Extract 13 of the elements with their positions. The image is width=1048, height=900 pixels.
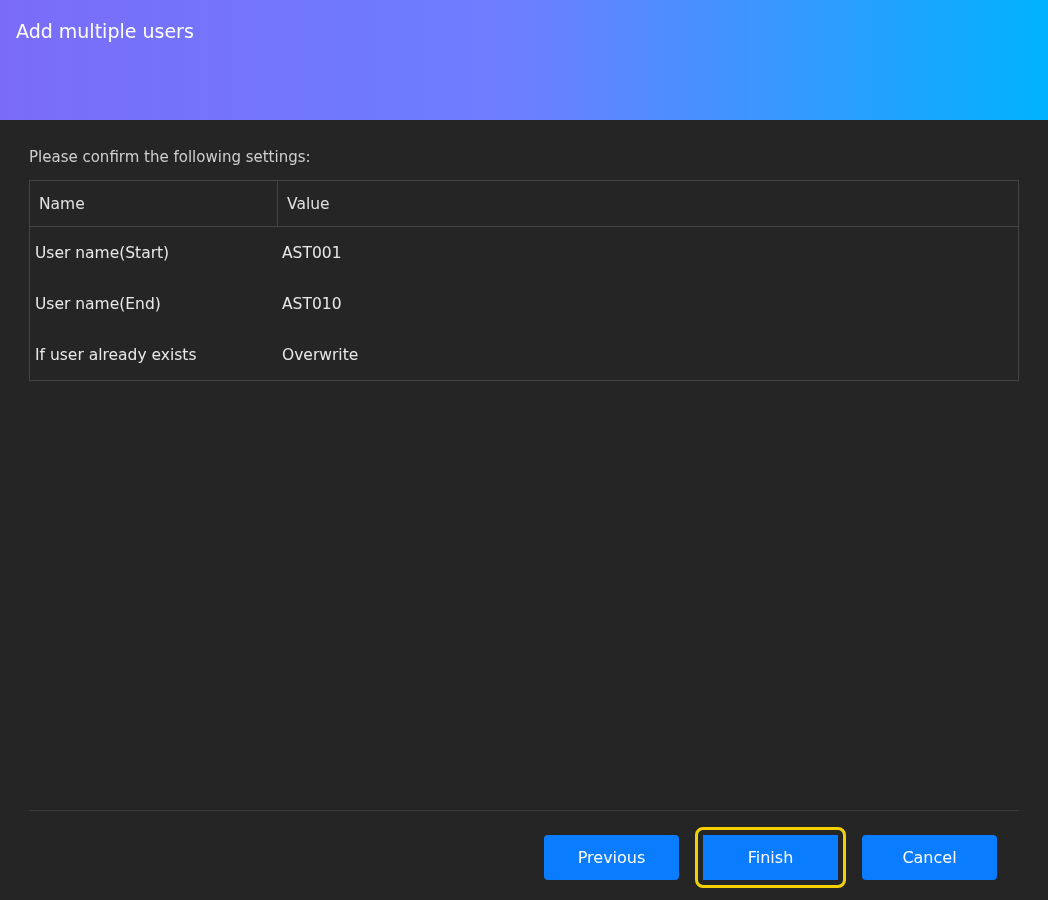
dialog-button[interactable]: Finish bbox=[695, 827, 846, 888]
column-header: Name bbox=[38, 193, 86, 215]
dialog-button[interactable]: Previous bbox=[544, 835, 679, 880]
table-cell-text: Overwrite bbox=[281, 345, 360, 364]
column-header: Value bbox=[277, 181, 1018, 226]
table-cell-text: If user already exists bbox=[34, 345, 198, 364]
table-cell-text: User name(Start) bbox=[34, 243, 171, 262]
table-cell-text: AST001 bbox=[281, 243, 343, 262]
dialog-title: Add multiple users bbox=[16, 20, 194, 42]
table-cell-text: User name(End) bbox=[34, 294, 162, 313]
prompt-text: Please confirm the following settings: bbox=[29, 148, 312, 166]
table-cell-text: AST010 bbox=[281, 294, 343, 313]
dialog-button[interactable]: Cancel bbox=[862, 835, 997, 880]
